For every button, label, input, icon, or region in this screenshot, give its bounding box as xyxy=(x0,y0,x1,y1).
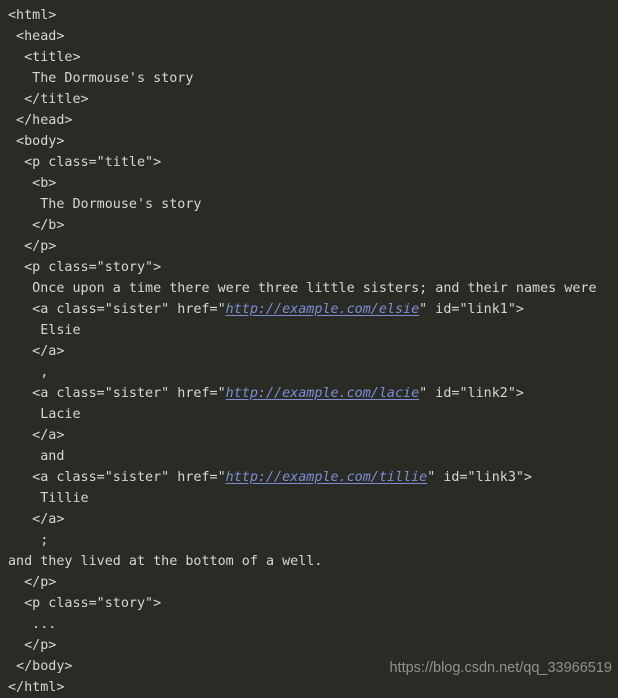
code-line: </a> xyxy=(8,341,618,362)
code-line: </b> xyxy=(8,215,618,236)
code-text: </p> xyxy=(8,638,57,653)
code-line: <a class="sister" href="http://example.c… xyxy=(8,467,618,488)
code-text: " id="link3"> xyxy=(427,470,533,485)
code-text: ... xyxy=(8,617,57,632)
code-line: <body> xyxy=(8,131,618,152)
code-line: <p class="title"> xyxy=(8,152,618,173)
code-text: <b> xyxy=(8,176,57,191)
code-text: Once upon a time there were three little… xyxy=(8,281,597,296)
code-text: The Dormouse's story xyxy=(8,71,194,86)
code-text: </p> xyxy=(8,239,57,254)
code-text: </p> xyxy=(8,575,57,590)
code-line: </a> xyxy=(8,425,618,446)
code-text: <a class="sister" href=" xyxy=(8,470,226,485)
code-text: </title> xyxy=(8,92,89,107)
code-line: <html> xyxy=(8,5,618,26)
code-line: Lacie xyxy=(8,404,618,425)
code-text: <a class="sister" href=" xyxy=(8,386,226,401)
code-text: Elsie xyxy=(8,323,81,338)
code-text: <p class="story"> xyxy=(8,260,162,275)
code-line: ... xyxy=(8,614,618,635)
code-text: Lacie xyxy=(8,407,81,422)
code-text: </a> xyxy=(8,344,65,359)
code-text: <head> xyxy=(8,29,65,44)
code-text: " id="link2"> xyxy=(419,386,524,401)
code-line: </a> xyxy=(8,509,618,530)
code-line: </head> xyxy=(8,110,618,131)
code-text: </body> xyxy=(8,659,73,674)
code-line: ; xyxy=(8,530,618,551)
code-text: </a> xyxy=(8,512,65,527)
code-block: <html> <head> <title> The Dormouse's sto… xyxy=(8,5,618,698)
code-line: <a class="sister" href="http://example.c… xyxy=(8,383,618,404)
code-text: " id="link1"> xyxy=(419,302,524,317)
code-text: </head> xyxy=(8,113,73,128)
code-text: <a class="sister" href=" xyxy=(8,302,226,317)
code-url-link[interactable]: http://example.com/lacie xyxy=(226,386,419,401)
code-output-surface: <html> <head> <title> The Dormouse's sto… xyxy=(0,0,618,695)
code-line: Tillie xyxy=(8,488,618,509)
code-line: Elsie xyxy=(8,320,618,341)
code-line: </title> xyxy=(8,89,618,110)
code-text: <p class="title"> xyxy=(8,155,162,170)
code-text: </html> xyxy=(8,680,65,695)
code-text: , xyxy=(8,365,49,380)
code-text: </a> xyxy=(8,428,65,443)
code-text: <html> xyxy=(8,8,57,23)
code-line: </p> xyxy=(8,236,618,257)
code-line: <head> xyxy=(8,26,618,47)
code-url-link[interactable]: http://example.com/tillie xyxy=(226,470,428,485)
code-line: </p> xyxy=(8,635,618,656)
code-line: <a class="sister" href="http://example.c… xyxy=(8,299,618,320)
watermark-text: https://blog.csdn.net/qq_33966519 xyxy=(389,660,612,676)
code-line: , xyxy=(8,362,618,383)
code-text: The Dormouse's story xyxy=(8,197,202,212)
code-text: Tillie xyxy=(8,491,89,506)
code-text: </b> xyxy=(8,218,65,233)
code-url-link[interactable]: http://example.com/elsie xyxy=(226,302,419,317)
code-line: and xyxy=(8,446,618,467)
code-line: <p class="story"> xyxy=(8,593,618,614)
code-line: </p> xyxy=(8,572,618,593)
code-line: <b> xyxy=(8,173,618,194)
code-text: and xyxy=(8,449,65,464)
code-text: <body> xyxy=(8,134,65,149)
code-line: The Dormouse's story xyxy=(8,68,618,89)
code-line: <p class="story"> xyxy=(8,257,618,278)
code-line: <title> xyxy=(8,47,618,68)
code-text: <p class="story"> xyxy=(8,596,162,611)
code-text: and they lived at the bottom of a well. xyxy=(8,554,323,569)
code-text: ; xyxy=(8,533,49,548)
code-line: and they lived at the bottom of a well. xyxy=(8,551,618,572)
code-line: Once upon a time there were three little… xyxy=(8,278,618,299)
code-line: The Dormouse's story xyxy=(8,194,618,215)
code-text: <title> xyxy=(8,50,81,65)
